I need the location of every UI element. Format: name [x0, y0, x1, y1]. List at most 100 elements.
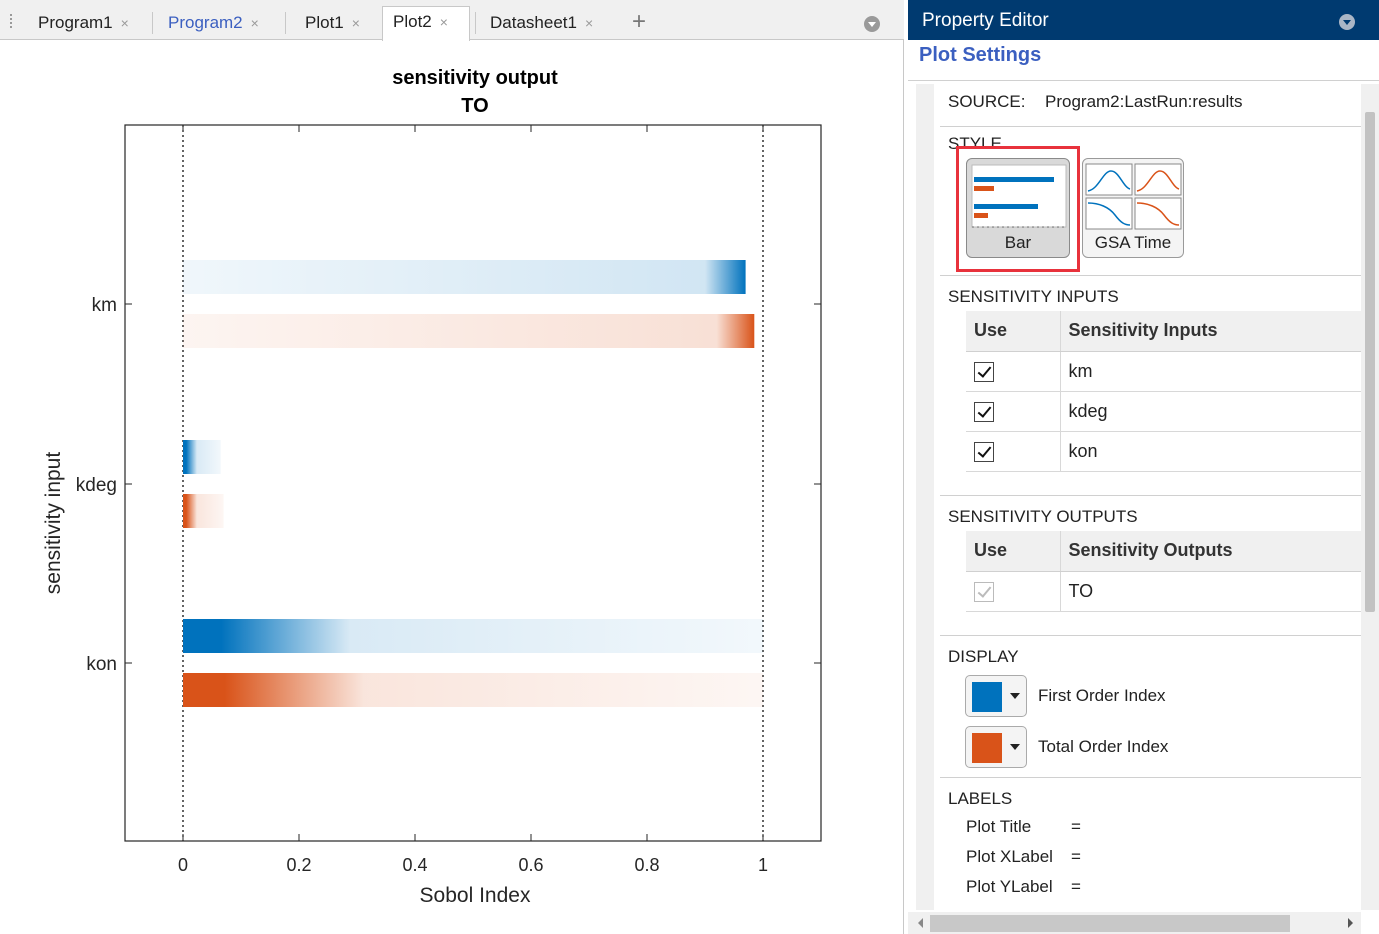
close-icon[interactable]: × — [121, 15, 129, 31]
first-order-color-picker[interactable] — [965, 675, 1027, 717]
x-tick-label: 0.6 — [518, 855, 543, 875]
column-header-sensitivity-inputs[interactable]: Sensitivity Inputs — [1060, 311, 1361, 352]
column-header-sensitivity-outputs[interactable]: Sensitivity Outputs — [1060, 531, 1361, 572]
panel-menu-icon[interactable] — [1339, 14, 1355, 30]
table-row[interactable]: km — [966, 351, 1361, 392]
sensitivity-bar-chart: sensitivity output TO km kdeg kon 0 0.2 0.4 0… — [42, 67, 822, 907]
input-name-cell: kdeg — [1060, 391, 1361, 432]
y-axis-label: sensitivity input — [42, 452, 65, 595]
style-gsa-time-button[interactable]: GSA Time — [1082, 158, 1184, 258]
first-order-label: First Order Index — [1038, 686, 1166, 705]
x-tick-label: 1 — [758, 855, 768, 875]
plot-axes-box — [124, 124, 822, 842]
add-tab-icon[interactable]: + — [632, 8, 646, 36]
plot-settings-heading: Plot Settings — [919, 44, 1042, 66]
input-name-cell: kon — [1060, 431, 1361, 472]
use-checkbox-disabled — [974, 581, 994, 602]
plot-title-value[interactable]: = — [1071, 817, 1081, 837]
bar-kon-first-order — [183, 619, 763, 653]
column-header-use[interactable]: Use — [966, 531, 1061, 572]
chevron-down-icon — [1010, 693, 1020, 699]
x-tick-label: 0.4 — [402, 855, 427, 875]
bar-km-total-order — [183, 314, 755, 348]
plot-xlabel-label: Plot XLabel — [966, 847, 1053, 866]
divider — [940, 495, 1361, 496]
column-header-use[interactable]: Use — [966, 311, 1061, 352]
table-row[interactable]: TO — [966, 571, 1361, 612]
color-swatch — [972, 682, 1002, 712]
tabbar-grip-icon[interactable] — [10, 14, 16, 28]
use-checkbox[interactable] — [974, 401, 994, 422]
close-icon[interactable]: × — [352, 15, 360, 31]
input-name-cell: km — [1060, 351, 1361, 392]
tab-label: Plot1 — [305, 13, 344, 32]
property-editor-header: Property Editor — [908, 0, 1379, 40]
tab-menu-icon[interactable] — [864, 16, 880, 32]
source-label: SOURCE: — [948, 92, 1026, 111]
tab-plot2[interactable]: Plot2 × — [382, 6, 470, 41]
x-axis-label: Sobol Index — [420, 884, 531, 907]
divider — [940, 635, 1361, 636]
source-value: Program2:LastRun:results — [1045, 92, 1243, 111]
chart-subtitle: TO — [461, 95, 488, 117]
divider — [908, 80, 1379, 81]
sensitivity-outputs-heading: SENSITIVITY OUTPUTS — [948, 507, 1138, 526]
y-tick-label-kdeg: kdeg — [76, 475, 117, 496]
tab-label: Datasheet1 — [490, 13, 577, 32]
divider — [940, 777, 1361, 778]
gsa-time-style-icon — [1085, 163, 1182, 230]
close-icon[interactable]: × — [440, 14, 448, 30]
selection-highlight — [956, 146, 1080, 272]
tab-divider — [285, 12, 286, 34]
divider — [940, 126, 1361, 127]
close-icon[interactable]: × — [251, 15, 259, 31]
property-editor-panel: Property Editor Plot Settings SOURCE: Pr… — [908, 0, 1379, 934]
plot-xlabel-value[interactable]: = — [1071, 847, 1081, 867]
chevron-down-icon — [1010, 744, 1020, 750]
tab-label: Program2 — [168, 13, 243, 32]
table-row[interactable]: kdeg — [966, 391, 1361, 432]
y-tick-label-kon: kon — [86, 654, 117, 675]
total-order-color-picker[interactable] — [965, 726, 1027, 768]
horizontal-scrollbar-thumb[interactable] — [930, 915, 1290, 932]
plot-title-label: Plot Title — [966, 817, 1032, 836]
plot-ylabel-label: Plot YLabel — [966, 877, 1053, 896]
property-editor-title: Property Editor — [922, 10, 1049, 31]
tab-datasheet1[interactable]: Datasheet1 × — [480, 8, 620, 40]
chart-title: sensitivity output — [392, 67, 558, 89]
bar-km-first-order — [183, 260, 746, 294]
bar-kdeg-total-order — [183, 494, 224, 528]
tab-program2[interactable]: Program2 × — [158, 8, 280, 40]
table-header-row: Use Sensitivity Inputs — [966, 311, 1361, 352]
table-row[interactable]: kon — [966, 431, 1361, 472]
document-area: Program1 × Program2 × Plot1 × Plot2 × Datash… — [0, 0, 904, 934]
tab-divider — [152, 12, 153, 34]
use-checkbox[interactable] — [974, 361, 994, 382]
bar-kon-total-order — [183, 673, 763, 707]
labels-heading: LABELS — [948, 789, 1013, 808]
sensitivity-inputs-heading: SENSITIVITY INPUTS — [948, 287, 1119, 306]
sensitivity-outputs-table: Use Sensitivity Outputs TO — [966, 531, 1361, 612]
use-checkbox[interactable] — [974, 441, 994, 462]
plot-ylabel-value[interactable]: = — [1071, 877, 1081, 897]
tab-label: Plot2 — [393, 12, 432, 31]
color-swatch — [972, 733, 1002, 763]
close-icon[interactable]: × — [585, 15, 593, 31]
vertical-scrollbar-thumb[interactable] — [1365, 112, 1375, 612]
sensitivity-inputs-table: Use Sensitivity Inputs km kdeg kon — [966, 311, 1361, 472]
style-gsa-time-label: GSA Time — [1094, 233, 1172, 252]
x-tick-label: 0.8 — [634, 855, 659, 875]
tab-plot1[interactable]: Plot1 × — [295, 8, 381, 40]
tab-program1[interactable]: Program1 × — [28, 8, 150, 40]
document-tabbar: Program1 × Program2 × Plot1 × Plot2 × Datash… — [0, 0, 904, 41]
x-tick-label: 0 — [178, 855, 188, 875]
x-tick-label: 0.2 — [286, 855, 311, 875]
display-heading: DISPLAY — [948, 647, 1019, 666]
tab-label: Program1 — [38, 13, 113, 32]
scroll-right-icon[interactable] — [1348, 918, 1353, 928]
total-order-label: Total Order Index — [1038, 737, 1169, 756]
divider — [940, 275, 1361, 276]
y-tick-label-km: km — [92, 295, 117, 316]
output-name-cell: TO — [1060, 571, 1361, 612]
scroll-left-icon[interactable] — [918, 918, 923, 928]
